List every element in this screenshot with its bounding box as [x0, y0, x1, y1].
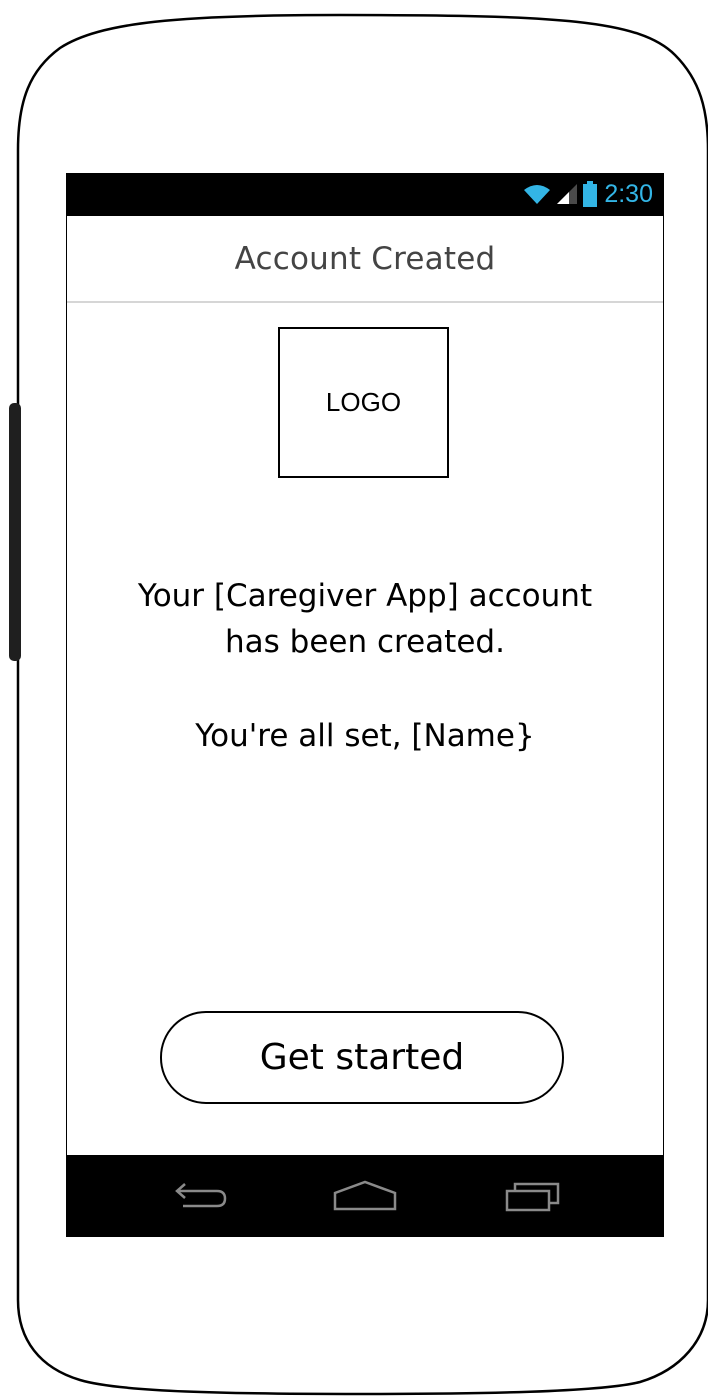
message-line-2: has been created.	[225, 624, 505, 660]
logo-label: LOGO	[325, 387, 402, 417]
home-icon	[333, 1180, 397, 1211]
page-title: Account Created	[234, 240, 496, 277]
greeting-text: You're all set, [Name}	[195, 718, 535, 754]
wifi-icon	[524, 185, 551, 204]
logo-placeholder: LOGO	[278, 327, 449, 478]
recents-button[interactable]	[489, 1169, 579, 1223]
phone-screen: 2:30 Account Created LOGO Your [Caregive…	[66, 173, 664, 1237]
navigation-bar	[67, 1155, 663, 1237]
status-time: 2:30	[604, 180, 653, 208]
side-button[interactable]	[9, 403, 21, 661]
signal-icon	[557, 184, 578, 204]
recents-icon	[505, 1182, 560, 1212]
confirmation-message: Your [Caregiver App] account has been cr…	[67, 573, 663, 665]
home-button[interactable]	[320, 1169, 410, 1223]
back-button[interactable]	[155, 1169, 245, 1223]
get-started-button[interactable]: Get started	[160, 1011, 564, 1104]
status-bar: 2:30	[67, 173, 663, 216]
back-icon	[175, 1183, 227, 1208]
message-line-1: Your [Caregiver App] account	[137, 578, 593, 614]
title-bar: Account Created	[67, 216, 663, 303]
status-icons: 2:30	[523, 179, 653, 209]
get-started-label: Get started	[259, 1037, 465, 1078]
battery-icon	[583, 181, 598, 207]
